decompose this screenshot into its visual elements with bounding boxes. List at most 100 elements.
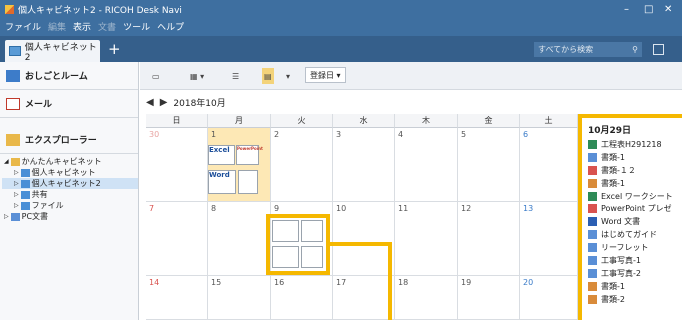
word-doc-thumb[interactable]: Word	[208, 170, 236, 194]
menu-item[interactable]: ファイル	[5, 20, 41, 33]
prev-month-icon[interactable]: ◀	[146, 97, 154, 108]
calendar-day[interactable]: 16	[271, 276, 333, 320]
sidebar-section-label: エクスプローラー	[25, 136, 97, 146]
popup-list-item[interactable]: 書類-1	[582, 151, 682, 164]
popup-list: 工程表H291218 書類-1 書類-１２ 書類-1 Excel ワークシート Power…	[582, 138, 682, 306]
popup-list-item[interactable]: Excel ワークシート	[582, 190, 682, 203]
toolbar: ▭ ▦ ▾ ☰ ▤ ▾	[140, 62, 682, 90]
sort-dropdown[interactable]: 登録日 ▾	[305, 67, 346, 83]
popup-list-item[interactable]: 書類-１２	[582, 164, 682, 177]
menu-item[interactable]: 表示	[73, 20, 91, 33]
calendar-day[interactable]: 17	[333, 276, 395, 320]
weekday-header: 火	[271, 114, 333, 128]
menu-item[interactable]: ツール	[123, 20, 150, 33]
popup-list-item[interactable]: リーフレット	[582, 241, 682, 254]
calendar-day[interactable]: 11	[395, 202, 458, 276]
popup-list-item[interactable]: 書類-1	[582, 177, 682, 190]
tree-item[interactable]: ▷ PC文書	[2, 211, 138, 222]
search-input[interactable]: すべてから検索 ⚲	[534, 42, 642, 57]
popup-item-label: 工程表H291218	[601, 139, 662, 149]
tree-item[interactable]: ◢ かんたんキャビネット	[2, 156, 138, 167]
calendar-day[interactable]: 13	[520, 202, 578, 276]
next-month-icon[interactable]: ▶	[160, 97, 168, 108]
popup-item-label: 書類-１２	[601, 165, 636, 175]
tree-item[interactable]: ▷ 個人キャビネット	[2, 167, 138, 178]
excel-doc-thumb[interactable]: Excel	[208, 145, 235, 165]
add-tab-button[interactable]: +	[108, 40, 121, 58]
doc-thumb[interactable]	[238, 170, 258, 194]
doc-icon	[588, 268, 597, 278]
pdf-icon	[588, 165, 597, 175]
folder-icon	[20, 168, 30, 177]
calendar-day[interactable]: 19	[458, 276, 520, 320]
calendar-day[interactable]: 10	[333, 202, 395, 276]
search-icon[interactable]: ⚲	[632, 45, 638, 54]
minimize-icon[interactable]: –	[624, 4, 629, 15]
sidebar-item-mail[interactable]: メール	[0, 90, 138, 118]
calendar-dropdown-icon[interactable]: ▾	[286, 68, 290, 84]
tree-toggle-icon[interactable]: ▷	[14, 189, 19, 200]
popup-list-item[interactable]: 工事写真-1	[582, 254, 682, 267]
preview-icon[interactable]: ▭	[152, 68, 160, 84]
popup-list-item[interactable]: 書類-2	[582, 293, 682, 306]
calendar-day[interactable]: 8	[208, 202, 271, 276]
menu-item[interactable]: 文書	[98, 20, 116, 33]
tree-toggle-icon[interactable]: ▷	[14, 167, 19, 178]
folder-icon	[6, 133, 20, 146]
mail-icon	[6, 97, 20, 110]
calendar-day[interactable]: 12	[458, 202, 520, 276]
calendar-day[interactable]: 18	[395, 276, 458, 320]
sidebar-item-office-room[interactable]: おしごとルーム	[0, 62, 138, 90]
thumbnail-view-icon[interactable]: ▦ ▾	[190, 68, 204, 84]
folder-icon	[10, 212, 20, 221]
menu-icon[interactable]	[653, 44, 664, 55]
ppt-icon	[588, 204, 597, 214]
tab-cabinet[interactable]: 個人キャビネット2	[5, 40, 100, 63]
popup-item-label: 書類-1	[601, 178, 625, 188]
weekday-header: 日	[146, 114, 208, 128]
maximize-icon[interactable]: □	[644, 4, 653, 15]
calendar-day[interactable]: 4	[395, 128, 458, 202]
calendar-day[interactable]: 30	[146, 128, 208, 202]
calendar-day[interactable]: 2	[271, 128, 333, 202]
popup-list-item[interactable]: 工事写真-2	[582, 267, 682, 280]
menu-item[interactable]: ヘルプ	[157, 20, 184, 33]
tree-toggle-icon[interactable]: ▷	[14, 178, 19, 189]
calendar-view-icon[interactable]: ▤	[262, 68, 274, 84]
calendar-day[interactable]: 6	[520, 128, 578, 202]
popup-list-item[interactable]: PowerPoint プレゼ	[582, 202, 682, 215]
callout-line	[388, 242, 392, 320]
sidebar-section-label: メール	[25, 100, 53, 110]
image-icon	[588, 281, 597, 291]
doc-icon	[588, 243, 597, 253]
list-view-icon[interactable]: ☰	[232, 68, 239, 84]
popup-list-item[interactable]: 工程表H291218	[582, 138, 682, 151]
tree-item-label: PC文書	[21, 212, 49, 221]
popup-list-item[interactable]: はじめてガイド	[582, 228, 682, 241]
calendar-day[interactable]: 5	[458, 128, 520, 202]
tree-toggle-icon[interactable]: ▷	[14, 200, 19, 211]
tree-toggle-icon[interactable]: ▷	[4, 211, 9, 222]
calendar-day[interactable]: 15	[208, 276, 271, 320]
popup-list-item[interactable]: 書類-1	[582, 280, 682, 293]
menu-item[interactable]: 編集	[48, 20, 66, 33]
tree-item[interactable]: ▷ ファイル	[2, 200, 138, 211]
ppt-doc-thumb[interactable]: PowerPoint	[236, 145, 263, 165]
tree-item[interactable]: ▷ 共有	[2, 189, 138, 200]
calendar-day[interactable]: 7	[146, 202, 208, 276]
popup-list-item[interactable]: Word 文書	[582, 215, 682, 228]
tree-item-label: 個人キャビネット	[31, 168, 96, 177]
close-icon[interactable]: ✕	[664, 4, 672, 15]
calendar-day[interactable]: 20	[520, 276, 578, 320]
popup-item-label: はじめてガイド	[601, 230, 657, 240]
calendar-day[interactable]: 14	[146, 276, 208, 320]
tree-item-label: 共有	[31, 190, 48, 199]
calendar-day[interactable]: 3	[333, 128, 395, 202]
doc-icon	[588, 255, 597, 265]
tree-item[interactable]: ▷ 個人キャビネット2	[2, 178, 138, 189]
folder-icon	[20, 201, 30, 210]
doc-icon	[588, 152, 597, 162]
word-doc-label: Word	[209, 171, 230, 179]
tree-toggle-icon[interactable]: ◢	[4, 156, 9, 167]
sidebar-item-explorer[interactable]: エクスプローラー	[0, 126, 138, 154]
